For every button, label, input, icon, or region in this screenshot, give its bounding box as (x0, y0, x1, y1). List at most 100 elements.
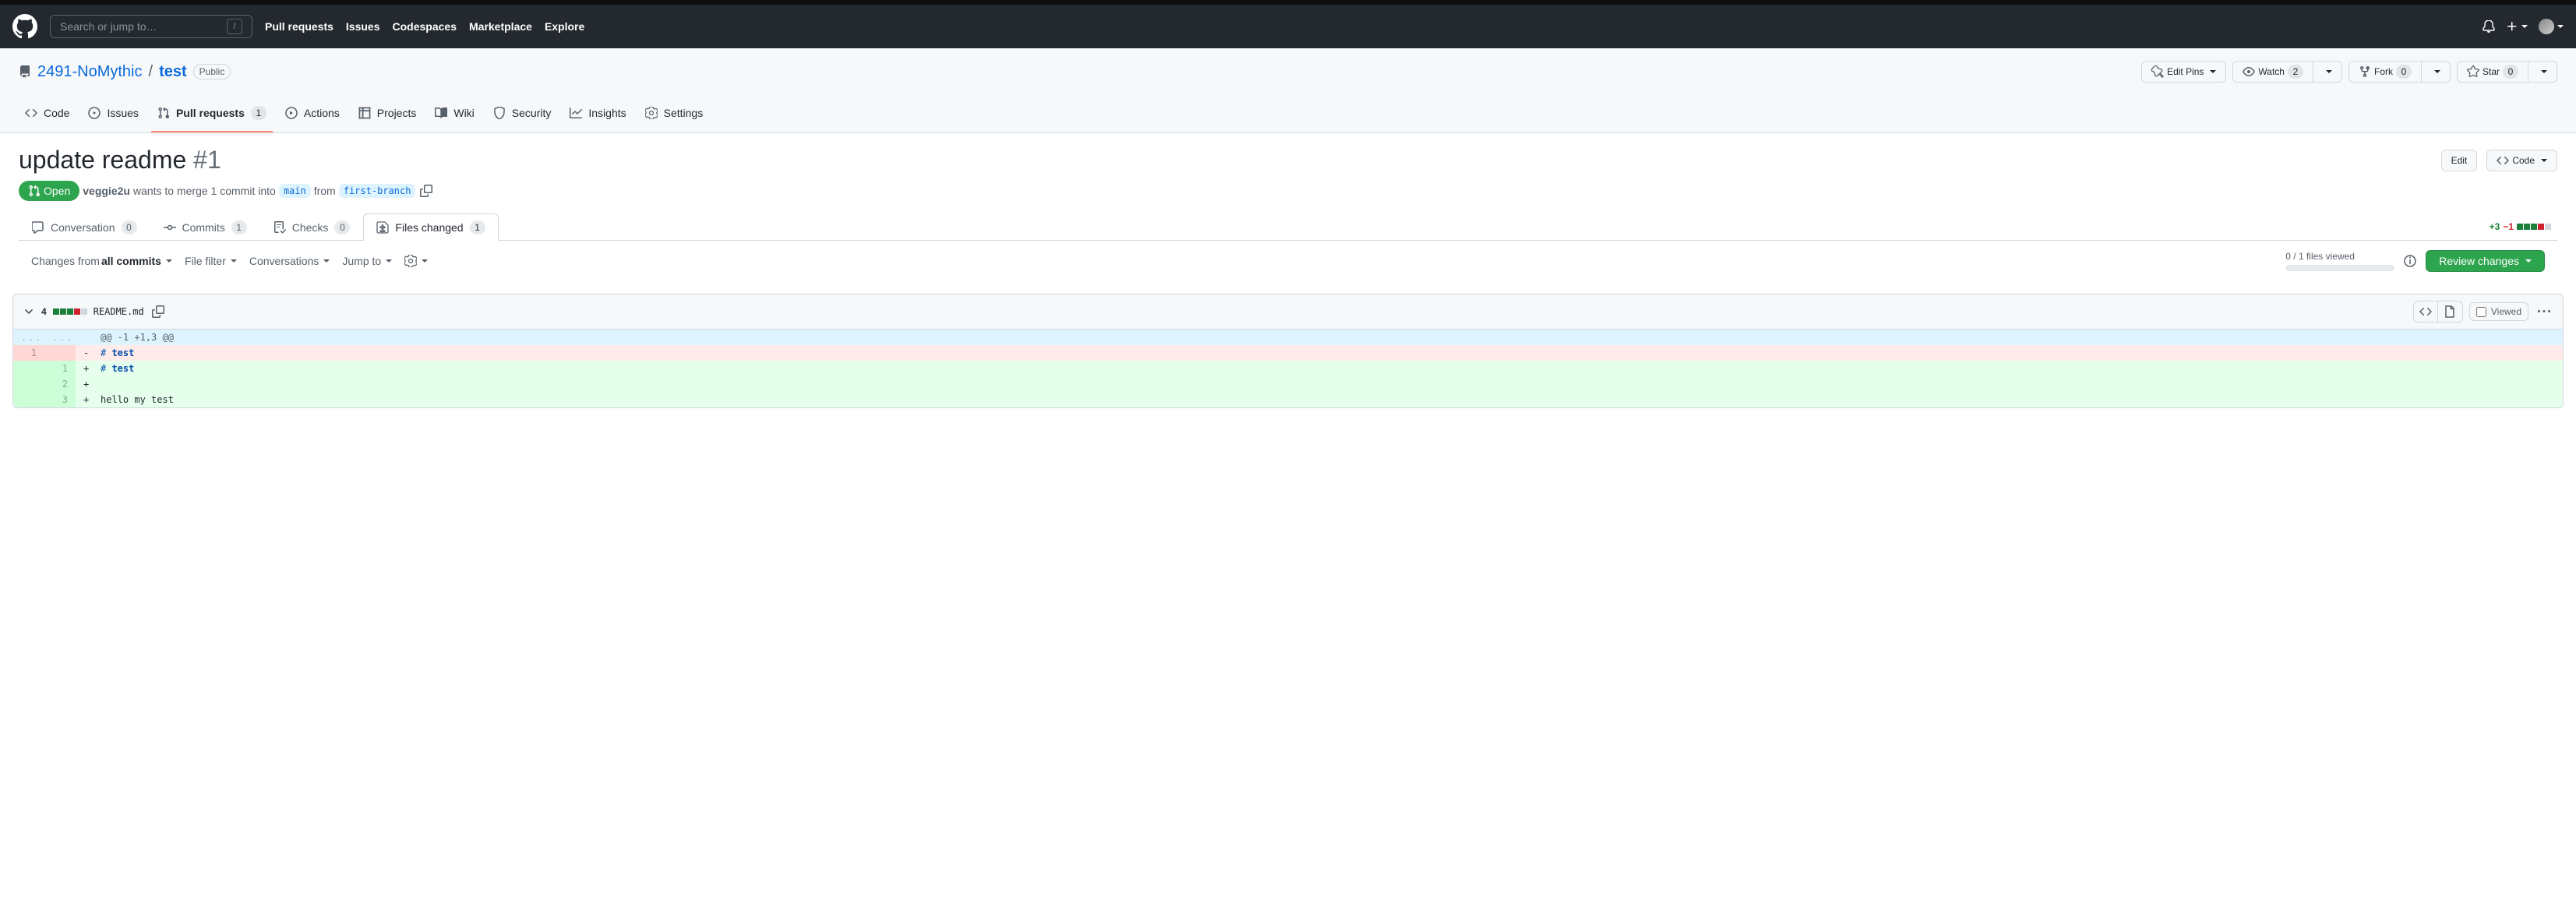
diff-line: 1+# test (13, 361, 2563, 376)
nav-pull-requests[interactable]: Pull requests (265, 20, 333, 33)
old-line-number[interactable] (13, 392, 44, 407)
tab-commits-label: Commits (182, 221, 225, 234)
nav-wiki[interactable]: Wiki (429, 95, 480, 132)
pr-meta-middle: from (314, 185, 336, 197)
new-line-number[interactable]: 1 (44, 361, 76, 376)
file-filter-dropdown[interactable]: File filter (185, 255, 237, 267)
graph-icon (570, 107, 582, 119)
nav-code[interactable]: Code (19, 95, 76, 132)
nav-issues[interactable]: Issues (346, 20, 380, 33)
diffstat-summary: +3 −1 (2490, 221, 2557, 232)
copy-icon (152, 305, 164, 318)
watch-dropdown[interactable] (2313, 61, 2342, 83)
jump-to-dropdown[interactable]: Jump to (342, 255, 392, 267)
source-diff-button[interactable] (2413, 301, 2438, 323)
viewed-checkbox[interactable]: Viewed (2469, 302, 2528, 321)
nav-settings[interactable]: Settings (639, 95, 710, 132)
nav-security[interactable]: Security (487, 95, 558, 132)
caret-down-icon (231, 259, 237, 263)
file-menu-button[interactable] (2535, 302, 2553, 321)
star-dropdown[interactable] (2528, 61, 2557, 83)
nav-pull-requests[interactable]: Pull requests 1 (151, 95, 273, 132)
repo-nav: Code Issues Pull requests 1 Actions Proj… (19, 95, 2557, 132)
code-dropdown-button[interactable]: Code (2486, 150, 2557, 171)
diff-line: 1 -# test (13, 345, 2563, 361)
files-viewed-wrap: 0 / 1 files viewed (2285, 251, 2394, 271)
code-content[interactable]: hello my test (93, 392, 2563, 407)
tab-files-changed-count: 1 (470, 220, 485, 234)
copy-path-button[interactable] (150, 304, 166, 319)
caret-down-icon (2557, 25, 2564, 28)
file-filter-label: File filter (185, 255, 226, 267)
star-button[interactable]: Star 0 (2457, 61, 2528, 83)
nav-explore[interactable]: Explore (545, 20, 584, 33)
new-line-number[interactable]: 3 (44, 392, 76, 407)
base-branch[interactable]: main (279, 184, 311, 198)
global-nav: Pull requests Issues Codespaces Marketpl… (265, 20, 2482, 33)
old-line-number[interactable] (13, 376, 44, 392)
user-menu[interactable] (2539, 19, 2564, 34)
edit-button[interactable]: Edit (2441, 150, 2478, 171)
nav-codespaces[interactable]: Codespaces (393, 20, 457, 33)
files-viewed-info-button[interactable] (2404, 255, 2416, 267)
main-container: update readme #1 Edit Code Open veggie2u… (0, 133, 2576, 294)
nav-insights[interactable]: Insights (563, 95, 632, 132)
pin-icon (2151, 65, 2164, 78)
state-badge: Open (19, 181, 79, 201)
diffstat-additions: +3 (2490, 221, 2500, 232)
star-label: Star (2482, 66, 2500, 77)
rich-diff-button[interactable] (2438, 301, 2463, 323)
file-name-link[interactable]: README.md (94, 306, 144, 317)
expand-hunk-button[interactable]: ... (44, 330, 76, 345)
old-line-number[interactable] (13, 361, 44, 376)
fork-dropdown[interactable] (2422, 61, 2451, 83)
watch-button[interactable]: Watch 2 (2232, 61, 2313, 83)
tab-files-changed[interactable]: Files changed 1 (363, 213, 498, 241)
pr-title-row: update readme #1 Edit Code (19, 146, 2557, 175)
new-line-number[interactable] (44, 345, 76, 361)
head-branch[interactable]: first-branch (339, 184, 416, 198)
code-content[interactable]: # test (93, 345, 2563, 361)
review-changes-button[interactable]: Review changes (2426, 250, 2545, 272)
fork-button[interactable]: Fork 0 (2348, 61, 2422, 83)
tab-conversation[interactable]: Conversation 0 (19, 213, 150, 241)
create-new-button[interactable] (2506, 20, 2528, 33)
repo-owner-link[interactable]: 2491-NoMythic (37, 63, 143, 81)
eye-icon (2243, 65, 2255, 78)
tab-commits[interactable]: Commits 1 (150, 213, 260, 241)
nav-settings-label: Settings (664, 101, 704, 125)
author-link[interactable]: veggie2u (83, 185, 130, 197)
code-content[interactable]: # test (93, 361, 2563, 376)
jump-to-label: Jump to (342, 255, 381, 267)
edit-pins-button[interactable]: Edit Pins (2141, 61, 2226, 83)
search-input[interactable] (60, 20, 227, 33)
nav-projects[interactable]: Projects (352, 95, 423, 132)
caret-down-icon (2326, 70, 2332, 73)
notifications-button[interactable] (2482, 20, 2495, 33)
nav-actions[interactable]: Actions (279, 95, 346, 132)
conversations-dropdown[interactable]: Conversations (249, 255, 330, 267)
diff-marker: - (76, 345, 93, 361)
nav-pull-requests-count: 1 (251, 106, 266, 120)
nav-actions-label: Actions (304, 101, 340, 125)
pr-number: #1 (193, 146, 221, 174)
new-line-number[interactable]: 2 (44, 376, 76, 392)
nav-issues[interactable]: Issues (82, 95, 144, 132)
git-pull-request-icon (28, 185, 41, 197)
repo-name-link[interactable]: test (159, 63, 187, 81)
viewed-checkbox-input[interactable] (2476, 307, 2486, 317)
old-line-number[interactable]: 1 (13, 345, 44, 361)
info-icon (2404, 255, 2416, 267)
collapse-file-button[interactable] (23, 305, 35, 318)
copy-branch-button[interactable] (418, 183, 434, 199)
diff-settings-button[interactable] (404, 255, 428, 267)
copy-icon (420, 185, 432, 197)
expand-hunk-button[interactable]: ... (13, 330, 44, 345)
changes-from-dropdown[interactable]: Changes from all commits (31, 255, 172, 267)
nav-issues-label: Issues (107, 101, 138, 125)
global-search[interactable]: / (50, 15, 252, 38)
tab-checks[interactable]: Checks 0 (260, 213, 364, 241)
code-content[interactable] (93, 376, 2563, 392)
github-logo[interactable] (12, 14, 37, 39)
nav-marketplace[interactable]: Marketplace (469, 20, 532, 33)
